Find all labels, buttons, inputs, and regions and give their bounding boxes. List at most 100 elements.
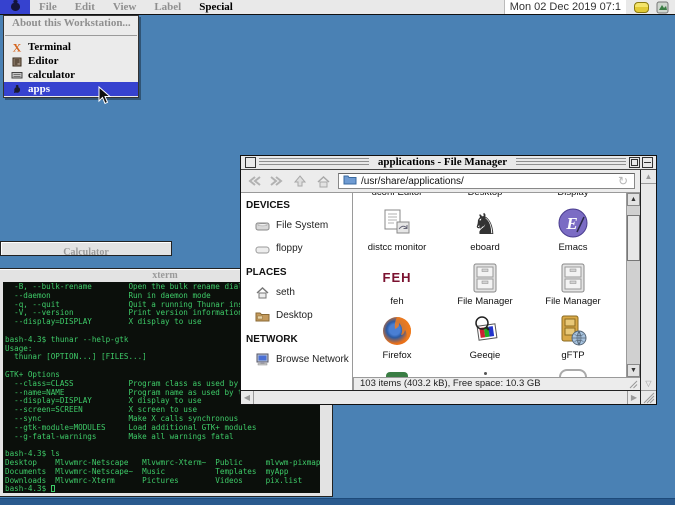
workstation-menu-button[interactable] (0, 0, 30, 14)
sidebar-header-network: NETWORK (241, 327, 352, 348)
sidebar-item-label: seth (276, 287, 295, 298)
up-button[interactable] (292, 174, 308, 189)
terminal-line: --g-fatal-warnings Make all warnings fat… (5, 433, 318, 442)
file-icon-label: distcc monitor (368, 242, 427, 253)
file-icon-label: Firefox (382, 350, 411, 361)
menu-edit[interactable]: Edit (66, 0, 104, 14)
menu-item-terminal[interactable]: XTerminal (4, 40, 138, 54)
menu-item-label: calculator (28, 69, 75, 81)
menu-special[interactable]: Special (190, 0, 242, 14)
file-manager-sidebar: DEVICESFile SystemfloppyPLACESsethDeskto… (241, 193, 353, 390)
menu-item-label: apps (28, 83, 50, 95)
mouse-cursor (98, 86, 111, 110)
filemanager-icon (473, 257, 497, 293)
file-icon-eboard[interactable]: ♞eboard (441, 203, 529, 257)
gftp-icon (557, 311, 589, 347)
scroll-up-icon[interactable]: ▲ (641, 170, 656, 184)
reload-icon[interactable]: ↻ (618, 175, 628, 187)
menu-separator (5, 35, 137, 36)
terminal-line: Downloads Mlvwmrc-Xterm Pictures Videos … (5, 477, 318, 486)
workstation-menu-items: XTerminalEditor calculator apps (4, 40, 138, 96)
statusbar: 103 items (403.2 kB), Free space: 10.3 G… (353, 377, 640, 390)
menu-item-label: Editor (28, 55, 59, 67)
file-icon-feh[interactable]: FEH feh (353, 257, 441, 311)
svg-text:X: X (13, 41, 22, 53)
sidebar-item-floppy[interactable]: floppy (241, 237, 352, 260)
menu-item-about-workstation[interactable]: About this Workstation... (4, 16, 138, 31)
scroll-down-icon[interactable]: ▽ (641, 377, 656, 390)
file-manager-iconview[interactable]: dconf EditorDesktopDisplay distcc monito… (353, 193, 626, 377)
maximize-button[interactable] (629, 157, 640, 168)
file-icon-label: Geeqie (470, 350, 501, 361)
file-icon-emacs[interactable]: E Emacs (529, 203, 617, 257)
terminal-cursor (51, 485, 56, 492)
file-icon-geeqie[interactable]: Geeqie (441, 311, 529, 365)
geeqie-icon (469, 311, 501, 347)
file-icon-file-manager[interactable]: File Manager (529, 257, 617, 311)
partial-icon (559, 369, 587, 377)
shade-button[interactable] (642, 157, 653, 168)
iconview-scrollbar[interactable]: ▲ ▼ (626, 193, 640, 377)
sidebar-item-label: Desktop (276, 310, 313, 321)
file-icon-gftp[interactable]: gFTP (529, 311, 617, 365)
file-icon-file-manager[interactable]: File Manager (441, 257, 529, 311)
terminal-line: bash-4.3$ (5, 485, 318, 493)
menu-item-calculator[interactable]: calculator (4, 68, 138, 82)
path-text: /usr/share/applications/ (361, 176, 464, 187)
terminal-icon: X (11, 41, 23, 53)
menu-file[interactable]: File (30, 0, 66, 14)
firefox-icon (381, 311, 413, 347)
menubar: FileEditViewLabelSpecial Mon 02 Dec 2019… (0, 0, 675, 15)
menu-item-apps[interactable]: apps (4, 82, 138, 96)
folder-icon (255, 310, 270, 322)
sidebar-header-places: PLACES (241, 260, 352, 281)
network-icon (255, 353, 270, 366)
partial-icon-row: dconf EditorDesktopDisplay (353, 193, 617, 198)
calculator-window-title: Calculator (63, 247, 109, 258)
calculator-icon (11, 69, 23, 81)
file-icon-firefox[interactable]: Firefox (353, 311, 441, 365)
path-field[interactable]: /usr/share/applications/ ↻ (338, 173, 635, 189)
sidebar-item-file-system[interactable]: File System (241, 214, 352, 237)
file-icon-label: File Manager (457, 296, 512, 307)
file-icon-label: feh (390, 296, 403, 307)
home-button[interactable] (315, 174, 331, 189)
file-icon-distcc-monitor[interactable]: distcc monitor (353, 203, 441, 257)
file-manager-titlebar[interactable]: applications - File Manager (241, 156, 656, 170)
sidebar-item-desktop[interactable]: Desktop (241, 304, 352, 327)
file-icon-label: File Manager (545, 296, 600, 307)
feh-icon: FEH (383, 257, 412, 293)
sidebar-item-seth[interactable]: seth (241, 281, 352, 304)
tray-app-icon[interactable] (656, 1, 669, 14)
file-icon-label: Emacs (558, 242, 587, 253)
apps-icon (11, 83, 23, 95)
scrollbar-thumb[interactable] (627, 215, 640, 261)
sidebar-item-label: Browse Network (276, 354, 349, 365)
menu-label[interactable]: Label (145, 0, 190, 14)
window-bottom-scrollbar[interactable]: ◀ ▶ (241, 390, 640, 404)
window-resize-corner[interactable] (641, 390, 656, 404)
emacs-icon: E (557, 203, 589, 239)
menubar-right: Mon 02 Dec 2019 07:1 (504, 0, 675, 14)
scroll-left-icon[interactable]: ◀ (241, 391, 254, 404)
scroll-up-icon[interactable]: ▲ (627, 193, 640, 206)
close-button[interactable] (245, 157, 256, 168)
sidebar-item-browse-network[interactable]: Browse Network (241, 348, 352, 371)
notes-icon[interactable] (634, 2, 649, 13)
scroll-down-icon[interactable]: ▼ (627, 364, 640, 377)
file-icon-label: eboard (470, 242, 500, 253)
terminal-window-title: xterm (152, 270, 178, 281)
menu-view[interactable]: View (104, 0, 145, 14)
forward-button[interactable] (269, 174, 285, 189)
scroll-right-icon[interactable]: ▶ (627, 391, 640, 404)
back-button[interactable] (246, 174, 262, 189)
folder-icon (343, 174, 357, 188)
desktop-bottom-edge (0, 498, 675, 505)
window-right-scrollbar[interactable]: ▲ ▽ (640, 170, 656, 404)
file-manager-title: applications - File Manager (372, 156, 513, 169)
resize-grip-icon[interactable] (628, 379, 638, 389)
harddrive-icon (255, 220, 270, 232)
calculator-window[interactable]: Calculator (0, 241, 172, 256)
sidebar-item-label: File System (276, 220, 328, 231)
menu-item-editor[interactable]: Editor (4, 54, 138, 68)
